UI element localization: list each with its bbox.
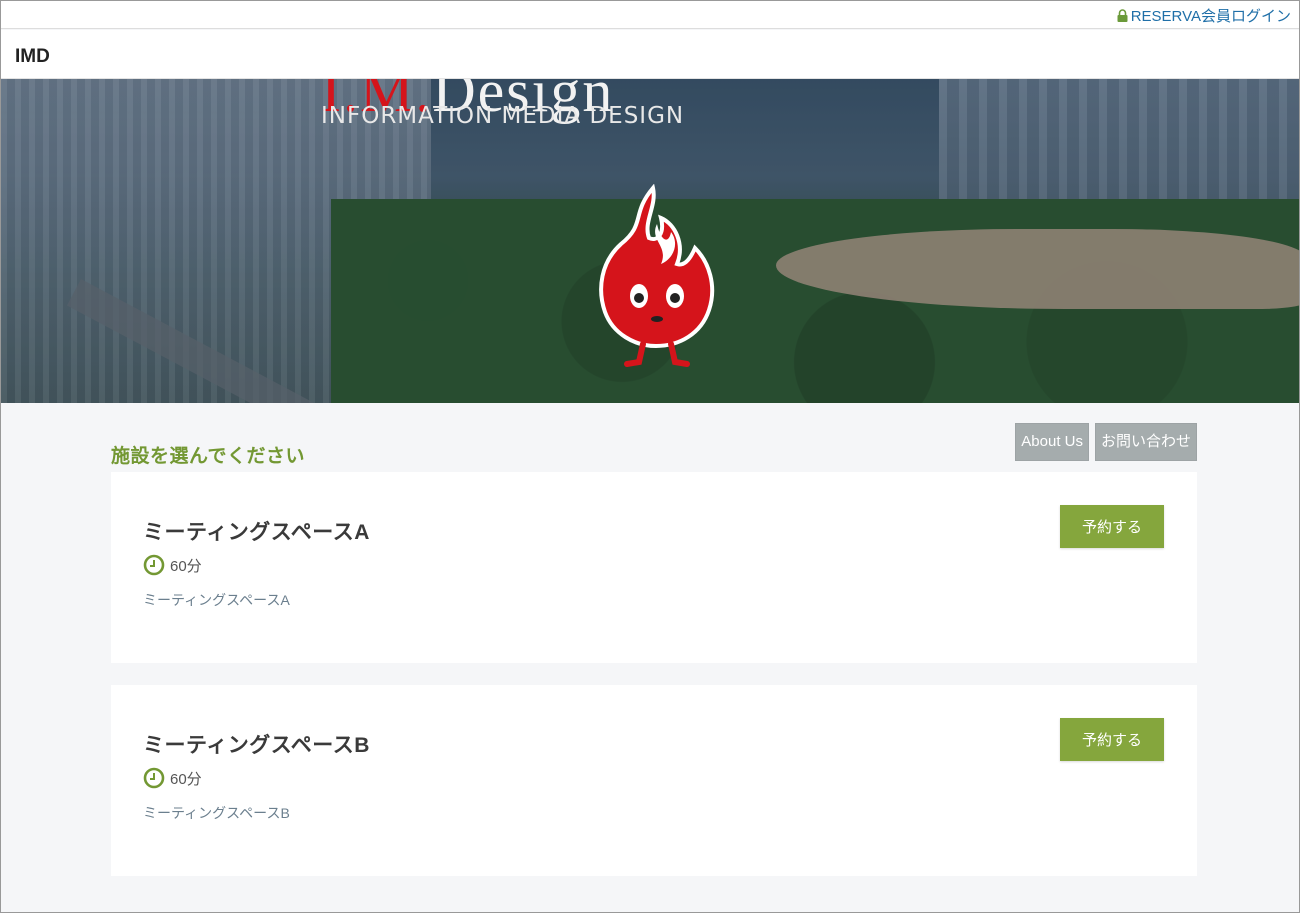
- duration-text: 60分: [170, 557, 202, 575]
- facility-duration: 60分: [143, 554, 202, 576]
- flame-mascot-icon: [599, 184, 715, 367]
- duration-text: 60分: [170, 770, 202, 788]
- site-header: IMD: [1, 30, 1299, 79]
- site-brand[interactable]: IMD: [15, 46, 50, 68]
- hero-banner: I.M.Design INFORMATION MEDIA DESIGN: [1, 79, 1299, 403]
- contact-button[interactable]: お問い合わせ: [1094, 423, 1197, 461]
- facility-card: ミーティングスペースB 60分 ミーティングスペースB 予約する: [111, 685, 1197, 876]
- clock-icon: [143, 767, 165, 789]
- facility-duration: 60分: [143, 767, 202, 789]
- facility-description: ミーティングスペースB: [143, 805, 290, 821]
- hero-tagline: INFORMATION MEDIA DESIGN: [321, 103, 685, 129]
- reserve-button[interactable]: 予約する: [1060, 505, 1164, 548]
- member-login-label: RESERVA会員ログイン: [1130, 8, 1291, 25]
- facility-name[interactable]: ミーティングスペースA: [143, 516, 370, 546]
- clock-icon: [143, 554, 165, 576]
- facility-name[interactable]: ミーティングスペースB: [143, 729, 370, 759]
- section-title: 施設を選んでください: [111, 446, 306, 467]
- about-us-button[interactable]: About Us: [1015, 423, 1089, 461]
- lock-icon: [1117, 9, 1128, 22]
- facility-card: ミーティングスペースA 60分 ミーティングスペースA 予約する: [111, 472, 1197, 663]
- top-nav-buttons: About Us お問い合わせ: [1015, 423, 1197, 461]
- facility-description: ミーティングスペースA: [143, 592, 290, 608]
- reserve-button[interactable]: 予約する: [1060, 718, 1164, 761]
- top-bar: RESERVA会員ログイン: [1, 1, 1299, 29]
- member-login-link[interactable]: RESERVA会員ログイン: [1117, 5, 1291, 26]
